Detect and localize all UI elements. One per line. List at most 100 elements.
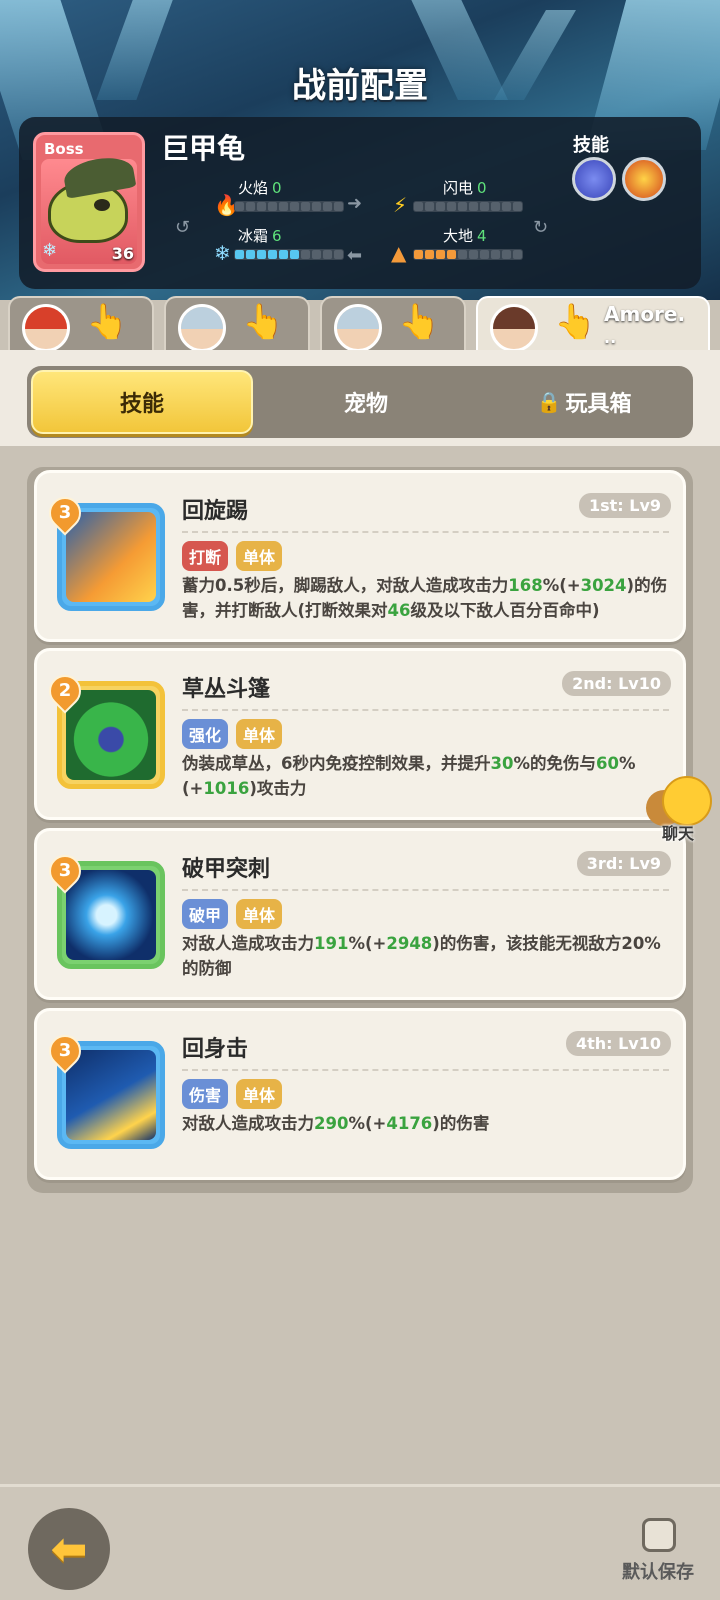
skill-name: 草丛斗篷 [182, 677, 271, 702]
desc-value: 46 [387, 601, 411, 620]
hero-tab-4[interactable]: 👆 Amore. .. [476, 296, 710, 352]
stat-lightning-value: 0 [477, 179, 487, 197]
stat-fire: 火焰 0 [238, 177, 282, 198]
skill-level: 3 [58, 502, 72, 523]
earth-bar [413, 249, 523, 260]
hero-name-suffix: .. [604, 328, 617, 347]
skill-slot: 4th: Lv10 [565, 1031, 671, 1056]
skill-card[interactable]: 3 破甲突刺 3rd: Lv9 破甲 单体 对敌人造成攻击力191%(+2948… [34, 828, 686, 1000]
skill-card[interactable]: 3 回身击 4th: Lv10 伤害 单体 对敌人造成攻击力290%(+4176… [34, 1008, 686, 1180]
cycle-arrow-icon: ↺ [175, 217, 191, 238]
tab-toybox[interactable]: 🔒 玩具箱 [475, 366, 693, 438]
skill-slot: 2nd: Lv10 [562, 671, 671, 696]
lightning-bar-segment [425, 202, 434, 211]
snowflake-icon: ❄ [42, 240, 58, 261]
cycle-arrow-icon: ↻ [533, 217, 549, 238]
skill-slot: 1st: Lv9 [578, 493, 671, 518]
boss-name: 巨甲龟 [161, 132, 246, 165]
kick-icon [66, 512, 156, 602]
hero-hair [337, 307, 379, 329]
desc-text: 蓄力0.5秒后，脚踢敌人，对敌人造成攻击力 [182, 576, 509, 595]
stat-earth: 大地 4 [443, 225, 487, 246]
earth-bar-segment [513, 250, 522, 259]
stat-ice-label: 冰霜 [238, 227, 269, 245]
fire-bar-segment [301, 202, 310, 211]
skill-tag: 单体 [236, 1079, 283, 1109]
skill-level: 3 [58, 860, 72, 881]
earth-bar-segment [480, 250, 489, 259]
strike-icon [66, 1050, 156, 1140]
boss-skill-vortex-icon[interactable] [572, 157, 616, 201]
fire-bar-segment [279, 202, 288, 211]
hero-tab-3[interactable]: 👆 [320, 296, 466, 352]
desc-text: )攻击力 [249, 779, 307, 798]
tab-pets-label: 宠物 [343, 392, 388, 417]
tab-pets[interactable]: 宠物 [257, 366, 475, 438]
hero-hair [25, 307, 67, 329]
tab-skills[interactable]: 技能 [31, 370, 253, 434]
skill-tag: 单体 [236, 541, 283, 571]
earth-bar-segment [447, 250, 456, 259]
fire-bar-segment [257, 202, 266, 211]
lightning-bar-segment [414, 202, 423, 211]
top-banner: 战前配置 Boss ❄ 36 巨甲龟 火焰0 🔥 闪电0 ⚡ 冰霜6 ❄ [0, 0, 720, 300]
divider [182, 1069, 669, 1071]
skill-tag: 单体 [236, 899, 283, 929]
skill-level: 3 [58, 1040, 72, 1061]
tap-hand-icon: 👆 [86, 302, 129, 342]
desc-value: 290 [314, 1114, 349, 1133]
desc-text: %(+ [348, 934, 387, 953]
stat-lightning-label: 闪电 [443, 179, 474, 197]
boss-skill-crown-icon[interactable] [622, 157, 666, 201]
stat-fire-value: 0 [272, 179, 282, 197]
default-save-label: 默认保存 [622, 1562, 694, 1583]
ice-bar-segment [301, 250, 310, 259]
hero-tab-2[interactable]: 👆 [164, 296, 310, 352]
tab-skills-label: 技能 [119, 392, 164, 417]
earth-bar-segment [425, 250, 434, 259]
skill-name: 回身击 [182, 1037, 249, 1062]
bush-icon [66, 690, 156, 780]
hero-hair [181, 307, 223, 329]
ice-bar-segment [279, 250, 288, 259]
earth-bar-segment [502, 250, 511, 259]
desc-value: 2948 [386, 934, 433, 953]
desc-text: )的伤害 [432, 1114, 490, 1133]
lightning-bar-segment [502, 202, 511, 211]
default-save-checkbox[interactable] [642, 1518, 676, 1552]
boss-portrait[interactable]: Boss ❄ 36 [33, 132, 145, 272]
skill-card[interactable]: 3 回旋踢 1st: Lv9 打断 单体 蓄力0.5秒后，脚踢敌人，对敌人造成攻… [34, 470, 686, 642]
ice-bar-segment [334, 250, 343, 259]
tap-hand-icon: 👆 [554, 302, 597, 342]
stat-ice: 冰霜 6 [238, 225, 282, 246]
desc-value: 1016 [203, 779, 250, 798]
earth-bar-segment [436, 250, 445, 259]
stat-earth-label: 大地 [443, 227, 474, 245]
desc-text: %(+ [348, 1114, 387, 1133]
lightning-bar-segment [480, 202, 489, 211]
ice-bar-segment [323, 250, 332, 259]
skill-tag: 强化 [182, 719, 229, 749]
fire-bar-segment [334, 202, 343, 211]
lightning-bar-segment [491, 202, 500, 211]
desc-text: 对敌人造成攻击力 [182, 1114, 314, 1133]
tap-hand-icon: 👆 [398, 302, 441, 342]
skill-description: 伪装成草丛，6秒内免疫控制效果，并提升30%的免伤与60%(+1016)攻击力 [182, 751, 669, 801]
skill-card[interactable]: 2 草丛斗篷 2nd: Lv10 强化 单体 伪装成草丛，6秒内免疫控制效果，并… [34, 648, 686, 820]
divider [182, 709, 669, 711]
skill-name: 回旋踢 [182, 499, 249, 524]
back-button[interactable]: ⬅ [28, 1508, 110, 1590]
turtle-eye [94, 199, 110, 211]
tap-hand-icon: 👆 [242, 302, 285, 342]
lock-icon: 🔒 [536, 390, 562, 414]
skill-name: 破甲突刺 [182, 857, 271, 882]
boss-tag: Boss [44, 140, 84, 158]
lightning-bar-segment [469, 202, 478, 211]
hero-tab-1[interactable]: 👆 [8, 296, 154, 352]
lightning-bar-segment [513, 202, 522, 211]
smiley-icon [662, 776, 712, 826]
skill-description: 蓄力0.5秒后，脚踢敌人，对敌人造成攻击力168%(+3024)的伤害，并打断敌… [182, 573, 669, 623]
chat-button[interactable]: 聊天 [646, 776, 716, 846]
desc-text: 对敌人造成攻击力 [182, 934, 314, 953]
fire-bar-segment [268, 202, 277, 211]
